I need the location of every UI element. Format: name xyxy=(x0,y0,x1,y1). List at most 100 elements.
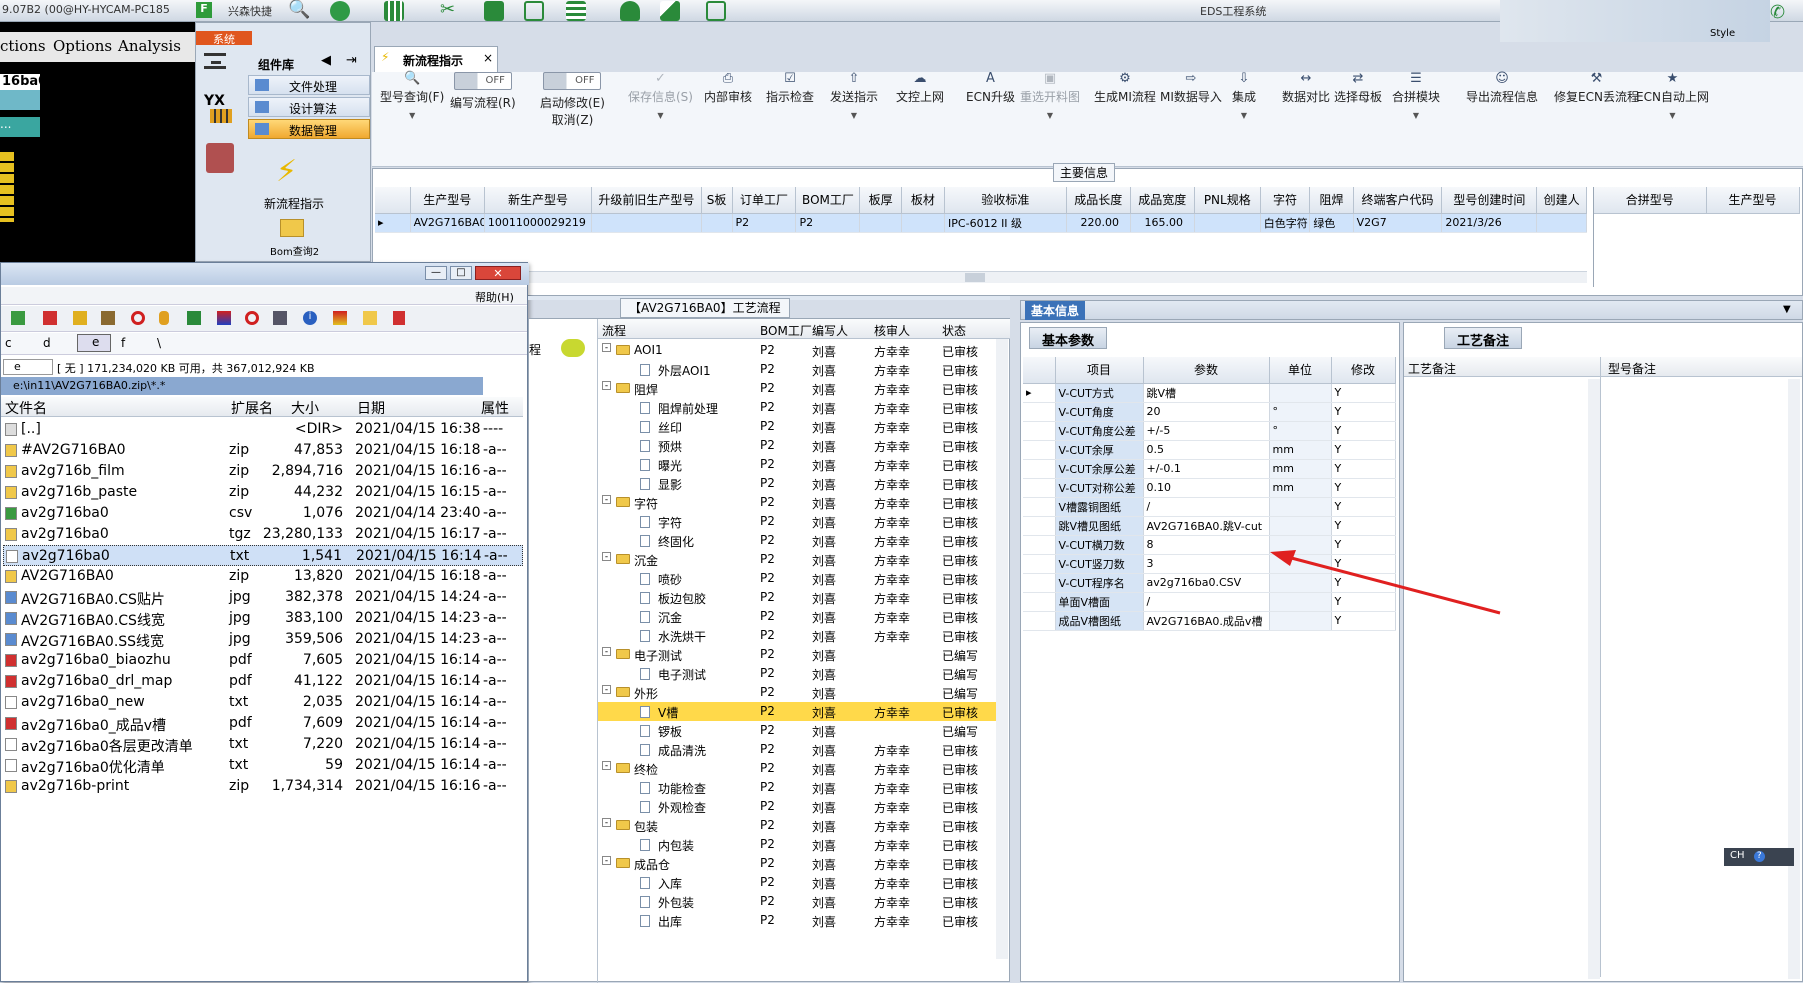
film-icon[interactable] xyxy=(484,1,504,21)
process-row[interactable]: 水洗烘干 P2 刘喜 方幸幸 已审核 xyxy=(598,626,996,645)
col-reviewer[interactable]: 核审人 xyxy=(874,322,910,339)
toolbar-button-1[interactable]: OFF 编写流程(R) xyxy=(450,72,516,117)
file-row[interactable]: AV2G716BA0.CS贴片 jpg 382,378 2021/04/15 14:2… xyxy=(3,587,523,608)
dropdown-arrow-icon[interactable]: ▼ xyxy=(628,111,693,120)
system-tab[interactable]: 系统 xyxy=(196,31,252,46)
toolbar-button-16[interactable]: ☺ 导出流程信息 xyxy=(1466,72,1538,111)
collapse-toggle-icon[interactable]: - xyxy=(602,818,611,828)
process-row[interactable]: 显影 P2 刘喜 方幸幸 已审核 xyxy=(598,474,996,493)
file-row[interactable]: #AV2G716BA0 zip 47,853 2021/04/15 16:18 -a-- xyxy=(3,440,523,461)
param-row[interactable]: V-CUT余厚公差 +/-0.1 mm Y xyxy=(1023,459,1396,479)
drive-c[interactable]: c xyxy=(5,336,12,350)
col-header[interactable]: PNL规格 xyxy=(1194,187,1261,214)
dropdown-arrow-icon[interactable]: ▼ xyxy=(380,111,444,120)
col-model-notes[interactable]: 型号备注 xyxy=(1608,360,1656,377)
nav-item-file[interactable]: 文件处理 xyxy=(248,75,370,95)
toolbar-button-3[interactable]: ✓ 保存信息(S) ▼ xyxy=(628,72,693,121)
col-header[interactable]: 升级前旧生产型号 xyxy=(591,187,702,214)
menu-options[interactable]: Options xyxy=(53,37,112,55)
folder-icon[interactable] xyxy=(73,311,87,325)
cell[interactable] xyxy=(1536,213,1587,233)
param-unit[interactable] xyxy=(1269,592,1332,612)
cell[interactable] xyxy=(901,213,946,233)
stop-icon[interactable] xyxy=(131,311,145,325)
comment-icon[interactable] xyxy=(561,339,585,357)
scissors-icon[interactable]: ✂ xyxy=(440,1,460,21)
col-header[interactable]: 生产型号 xyxy=(410,187,485,214)
menu-analysis[interactable]: Analysis xyxy=(118,37,181,55)
process-row[interactable]: - 沉金 P2 刘喜 方幸幸 已审核 xyxy=(598,550,996,569)
cell[interactable] xyxy=(1194,213,1261,233)
dropdown-arrow-icon[interactable]: ▼ xyxy=(1636,111,1709,120)
param-mod[interactable]: Y xyxy=(1331,497,1396,517)
col-unit[interactable]: 单位 xyxy=(1269,357,1332,384)
process-row[interactable]: 成品清洗 P2 刘喜 方幸幸 已审核 xyxy=(598,740,996,759)
process-row[interactable]: 入库 P2 刘喜 方幸幸 已审核 xyxy=(598,873,996,892)
cell[interactable]: V2G7 xyxy=(1353,213,1443,233)
process-row[interactable]: 预烘 P2 刘喜 方幸幸 已审核 xyxy=(598,436,996,455)
cell[interactable] xyxy=(701,213,733,233)
param-mod[interactable]: Y xyxy=(1331,478,1396,498)
param-param[interactable]: av2g716ba0.CSV xyxy=(1143,573,1270,593)
cell[interactable]: 2021/3/26 xyxy=(1441,213,1538,233)
collapse-toggle-icon[interactable]: - xyxy=(602,495,611,505)
toolbar-button-2[interactable]: OFF 启动修改(E) 取消(Z) xyxy=(540,72,605,128)
file-row[interactable]: av2g716b-print zip 1,734,314 2021/04/15 16:… xyxy=(3,776,523,797)
toggle-off-icon[interactable]: OFF xyxy=(453,72,512,90)
param-mod[interactable]: Y xyxy=(1331,459,1396,479)
process-row[interactable]: 终固化 P2 刘喜 方幸幸 已审核 xyxy=(598,531,996,550)
style-label[interactable]: Style xyxy=(1710,28,1735,39)
pdf-icon[interactable] xyxy=(43,311,57,325)
param-mod[interactable]: Y xyxy=(1331,421,1396,441)
param-mod[interactable]: Y xyxy=(1331,383,1396,403)
tab-craft-notes[interactable]: 工艺备注 xyxy=(1444,327,1523,349)
process-row[interactable]: - 阻焊 P2 刘喜 方幸幸 已审核 xyxy=(598,379,996,398)
toolbar-button-6[interactable]: ⇧ 发送指示 ▼ xyxy=(830,72,878,121)
collapse-toggle-icon[interactable]: - xyxy=(602,343,611,353)
param-row[interactable]: V槽露铜图纸 / Y xyxy=(1023,497,1396,517)
file-row[interactable]: av2g716ba0各层更改清单 txt 7,220 2021/04/15 16:14… xyxy=(3,734,523,755)
cell[interactable]: 220.00 xyxy=(1066,213,1131,233)
file-row[interactable]: AV2G716BA0.SS线宽 jpg 359,506 2021/04/15 14:2… xyxy=(3,629,523,650)
drive-e[interactable]: e xyxy=(77,334,111,352)
dropdown-arrow-icon[interactable]: ▼ xyxy=(1232,111,1256,120)
param-row[interactable]: ▸ V-CUT方式 跳V槽 Y xyxy=(1023,383,1396,403)
nav-item-design[interactable]: 设计算法 xyxy=(248,97,370,117)
drive-f[interactable]: f xyxy=(121,336,125,350)
param-row[interactable]: V-CUT横刀数 8 Y xyxy=(1023,535,1396,555)
process-row[interactable]: - 包装 P2 刘喜 方幸幸 已审核 xyxy=(598,816,996,835)
cell[interactable]: IPC-6012 II 级 xyxy=(944,213,1067,233)
drive-d[interactable]: d xyxy=(43,336,51,350)
col-craft-notes[interactable]: 工艺备注 xyxy=(1408,360,1456,377)
process-row[interactable]: - 外形 P2 刘喜 已编写 xyxy=(598,683,996,702)
process-row[interactable]: 外观检查 P2 刘喜 方幸幸 已审核 xyxy=(598,797,996,816)
param-unit[interactable]: mm xyxy=(1269,459,1332,479)
param-mod[interactable]: Y xyxy=(1331,573,1396,593)
process-row[interactable]: 丝印 P2 刘喜 方幸幸 已审核 xyxy=(598,417,996,436)
col-process[interactable]: 流程 xyxy=(602,322,626,339)
param-param[interactable]: AV2G716BA0.成品v槽 xyxy=(1143,611,1270,631)
param-row[interactable]: V-CUT程序名 av2g716ba0.CSV Y xyxy=(1023,573,1396,593)
process-row[interactable]: - AOI1 P2 刘喜 方幸幸 已审核 xyxy=(598,341,996,360)
col-modify[interactable]: 修改 xyxy=(1331,357,1396,384)
pin-icon[interactable]: ⇥ xyxy=(346,53,357,68)
col-date[interactable]: 日期 xyxy=(357,398,385,418)
grid-icon[interactable] xyxy=(384,1,404,21)
tree-icon[interactable] xyxy=(273,311,287,325)
col-header[interactable]: 订单工厂 xyxy=(732,187,797,214)
cell[interactable]: 白色字符 xyxy=(1260,213,1311,233)
param-param[interactable]: / xyxy=(1143,592,1270,612)
param-mod[interactable]: Y xyxy=(1331,516,1396,536)
pdf2-icon[interactable] xyxy=(393,311,405,325)
col-header[interactable]: 终端客户代码 xyxy=(1353,187,1443,214)
file-row[interactable]: AV2G716BA0 zip 13,820 2021/04/15 16:18 -a-- xyxy=(3,566,523,587)
col-header[interactable]: 板材 xyxy=(901,187,946,214)
param-row[interactable]: 单面V槽面 / Y xyxy=(1023,592,1396,612)
toolbar-button-13[interactable]: ↔ 数据对比 xyxy=(1282,72,1330,111)
tab-basic-params[interactable]: 基本参数 xyxy=(1029,327,1108,349)
process-row[interactable]: 沉金 P2 刘喜 方幸幸 已审核 xyxy=(598,607,996,626)
file-row[interactable]: av2g716ba0_drl_map pdf 41,122 2021/04/15 16… xyxy=(3,671,523,692)
process-tab-title[interactable]: 【AV2G716BA0】工艺流程 xyxy=(620,298,790,318)
param-mod[interactable]: Y xyxy=(1331,440,1396,460)
param-param[interactable]: 0.5 xyxy=(1143,440,1270,460)
